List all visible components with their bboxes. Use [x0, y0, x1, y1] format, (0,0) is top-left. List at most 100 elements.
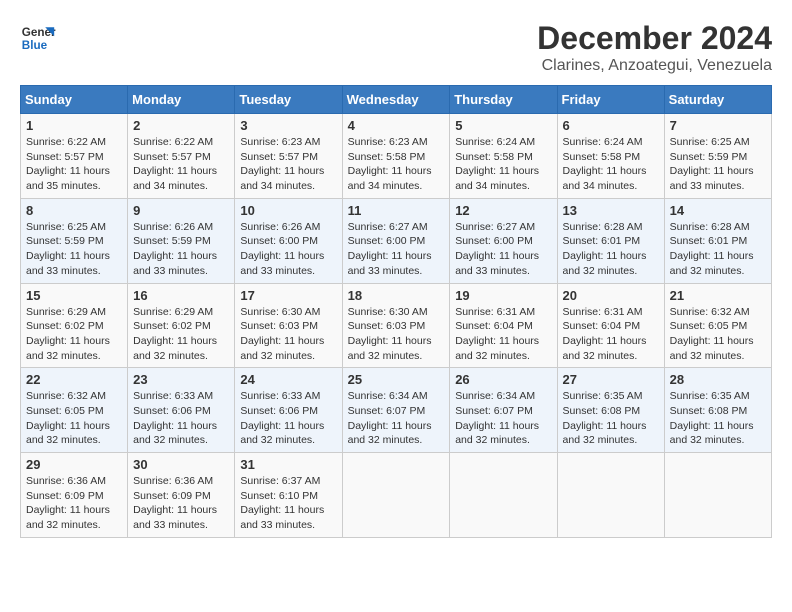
calendar-cell: 5 Sunrise: 6:24 AM Sunset: 5:58 PM Daylig… [450, 114, 557, 199]
calendar-cell: 22 Sunrise: 6:32 AM Sunset: 6:05 PM Dayli… [21, 368, 128, 453]
day-number: 15 [26, 288, 122, 303]
day-number: 3 [240, 118, 336, 133]
header-cell-sunday: Sunday [21, 86, 128, 114]
day-info: Sunrise: 6:37 AM Sunset: 6:10 PM Dayligh… [240, 474, 336, 533]
calendar-cell: 31 Sunrise: 6:37 AM Sunset: 6:10 PM Dayli… [235, 453, 342, 538]
calendar-cell: 14Sunrise: 6:28 AM Sunset: 6:01 PM Dayli… [664, 198, 771, 283]
day-info: Sunrise: 6:33 AM Sunset: 6:06 PM Dayligh… [240, 389, 336, 448]
calendar-cell: 6 Sunrise: 6:24 AM Sunset: 5:58 PM Daylig… [557, 114, 664, 199]
calendar-cell: 3 Sunrise: 6:23 AM Sunset: 5:57 PM Daylig… [235, 114, 342, 199]
day-info: Sunrise: 6:24 AM Sunset: 5:58 PM Dayligh… [455, 135, 551, 194]
day-number: 8 [26, 203, 122, 218]
title-area: December 2024 Clarines, Anzoategui, Vene… [537, 20, 772, 75]
day-info: Sunrise: 6:29 AM Sunset: 6:02 PM Dayligh… [133, 305, 229, 364]
calendar-cell: 4 Sunrise: 6:23 AM Sunset: 5:58 PM Daylig… [342, 114, 450, 199]
day-number: 7 [670, 118, 766, 133]
day-number: 22 [26, 372, 122, 387]
calendar-cell [450, 453, 557, 538]
page-header: General Blue December 2024 Clarines, Anz… [20, 20, 772, 75]
day-number: 31 [240, 457, 336, 472]
calendar-cell: 28Sunrise: 6:35 AM Sunset: 6:08 PM Dayli… [664, 368, 771, 453]
calendar-cell: 11 Sunrise: 6:27 AM Sunset: 6:00 PM Dayli… [342, 198, 450, 283]
logo-icon: General Blue [20, 20, 56, 56]
day-info: Sunrise: 6:30 AM Sunset: 6:03 PM Dayligh… [348, 305, 445, 364]
calendar-week-row: 15 Sunrise: 6:29 AM Sunset: 6:02 PM Dayli… [21, 283, 772, 368]
day-number: 16 [133, 288, 229, 303]
calendar-cell: 25Sunrise: 6:34 AM Sunset: 6:07 PM Dayli… [342, 368, 450, 453]
header-cell-monday: Monday [128, 86, 235, 114]
calendar-cell: 13 Sunrise: 6:28 AM Sunset: 6:01 PM Dayli… [557, 198, 664, 283]
calendar-cell: 26 Sunrise: 6:34 AM Sunset: 6:07 PM Dayli… [450, 368, 557, 453]
day-number: 14 [670, 203, 766, 218]
day-number: 25 [348, 372, 445, 387]
calendar-cell: 29Sunrise: 6:36 AM Sunset: 6:09 PM Dayli… [21, 453, 128, 538]
day-info: Sunrise: 6:23 AM Sunset: 5:58 PM Dayligh… [348, 135, 445, 194]
calendar-cell: 27Sunrise: 6:35 AM Sunset: 6:08 PM Dayli… [557, 368, 664, 453]
calendar-cell: 16 Sunrise: 6:29 AM Sunset: 6:02 PM Dayli… [128, 283, 235, 368]
day-number: 30 [133, 457, 229, 472]
calendar-cell [664, 453, 771, 538]
calendar-cell: 23 Sunrise: 6:33 AM Sunset: 6:06 PM Dayli… [128, 368, 235, 453]
calendar-cell: 17 Sunrise: 6:30 AM Sunset: 6:03 PM Dayli… [235, 283, 342, 368]
day-number: 13 [563, 203, 659, 218]
day-number: 9 [133, 203, 229, 218]
day-number: 26 [455, 372, 551, 387]
day-info: Sunrise: 6:25 AM Sunset: 5:59 PM Dayligh… [26, 220, 122, 279]
calendar-cell: 21 Sunrise: 6:32 AM Sunset: 6:05 PM Dayli… [664, 283, 771, 368]
day-number: 12 [455, 203, 551, 218]
calendar-cell: 8 Sunrise: 6:25 AM Sunset: 5:59 PM Daylig… [21, 198, 128, 283]
day-number: 21 [670, 288, 766, 303]
day-info: Sunrise: 6:28 AM Sunset: 6:01 PM Dayligh… [563, 220, 659, 279]
calendar-week-row: 22 Sunrise: 6:32 AM Sunset: 6:05 PM Dayli… [21, 368, 772, 453]
calendar-cell: 24 Sunrise: 6:33 AM Sunset: 6:06 PM Dayli… [235, 368, 342, 453]
header-cell-saturday: Saturday [664, 86, 771, 114]
day-number: 27 [563, 372, 659, 387]
day-number: 10 [240, 203, 336, 218]
day-info: Sunrise: 6:26 AM Sunset: 5:59 PM Dayligh… [133, 220, 229, 279]
day-info: Sunrise: 6:24 AM Sunset: 5:58 PM Dayligh… [563, 135, 659, 194]
day-info: Sunrise: 6:31 AM Sunset: 6:04 PM Dayligh… [455, 305, 551, 364]
day-info: Sunrise: 6:32 AM Sunset: 6:05 PM Dayligh… [670, 305, 766, 364]
day-info: Sunrise: 6:22 AM Sunset: 5:57 PM Dayligh… [133, 135, 229, 194]
day-info: Sunrise: 6:29 AM Sunset: 6:02 PM Dayligh… [26, 305, 122, 364]
month-title: December 2024 [537, 20, 772, 57]
day-info: Sunrise: 6:36 AM Sunset: 6:09 PM Dayligh… [133, 474, 229, 533]
day-number: 2 [133, 118, 229, 133]
day-number: 17 [240, 288, 336, 303]
day-number: 23 [133, 372, 229, 387]
calendar-cell [557, 453, 664, 538]
calendar-header-row: SundayMondayTuesdayWednesdayThursdayFrid… [21, 86, 772, 114]
day-number: 11 [348, 203, 445, 218]
day-info: Sunrise: 6:32 AM Sunset: 6:05 PM Dayligh… [26, 389, 122, 448]
day-number: 6 [563, 118, 659, 133]
day-info: Sunrise: 6:25 AM Sunset: 5:59 PM Dayligh… [670, 135, 766, 194]
calendar-cell: 2 Sunrise: 6:22 AM Sunset: 5:57 PM Daylig… [128, 114, 235, 199]
calendar-cell: 30 Sunrise: 6:36 AM Sunset: 6:09 PM Dayli… [128, 453, 235, 538]
day-number: 1 [26, 118, 122, 133]
day-info: Sunrise: 6:30 AM Sunset: 6:03 PM Dayligh… [240, 305, 336, 364]
header-cell-thursday: Thursday [450, 86, 557, 114]
day-info: Sunrise: 6:27 AM Sunset: 6:00 PM Dayligh… [348, 220, 445, 279]
calendar-week-row: 29 Sunrise: 6:36 AM Sunset: 6:09 PM Dayli… [21, 453, 772, 538]
day-info: Sunrise: 6:23 AM Sunset: 5:57 PM Dayligh… [240, 135, 336, 194]
calendar-cell: 15 Sunrise: 6:29 AM Sunset: 6:02 PM Dayli… [21, 283, 128, 368]
day-number: 24 [240, 372, 336, 387]
calendar-cell [342, 453, 450, 538]
day-info: Sunrise: 6:33 AM Sunset: 6:06 PM Dayligh… [133, 389, 229, 448]
calendar-week-row: 1 Sunrise: 6:22 AM Sunset: 5:57 PM Daylig… [21, 114, 772, 199]
calendar-cell: 18Sunrise: 6:30 AM Sunset: 6:03 PM Dayli… [342, 283, 450, 368]
day-number: 5 [455, 118, 551, 133]
calendar-cell: 12Sunrise: 6:27 AM Sunset: 6:00 PM Dayli… [450, 198, 557, 283]
day-number: 4 [348, 118, 445, 133]
day-number: 28 [670, 372, 766, 387]
calendar-cell: 7 Sunrise: 6:25 AM Sunset: 5:59 PM Daylig… [664, 114, 771, 199]
day-info: Sunrise: 6:34 AM Sunset: 6:07 PM Dayligh… [455, 389, 551, 448]
calendar-cell: 10 Sunrise: 6:26 AM Sunset: 6:00 PM Dayli… [235, 198, 342, 283]
header-cell-friday: Friday [557, 86, 664, 114]
calendar-cell: 20Sunrise: 6:31 AM Sunset: 6:04 PM Dayli… [557, 283, 664, 368]
day-info: Sunrise: 6:26 AM Sunset: 6:00 PM Dayligh… [240, 220, 336, 279]
svg-text:Blue: Blue [22, 39, 48, 52]
day-number: 29 [26, 457, 122, 472]
day-number: 20 [563, 288, 659, 303]
header-cell-wednesday: Wednesday [342, 86, 450, 114]
